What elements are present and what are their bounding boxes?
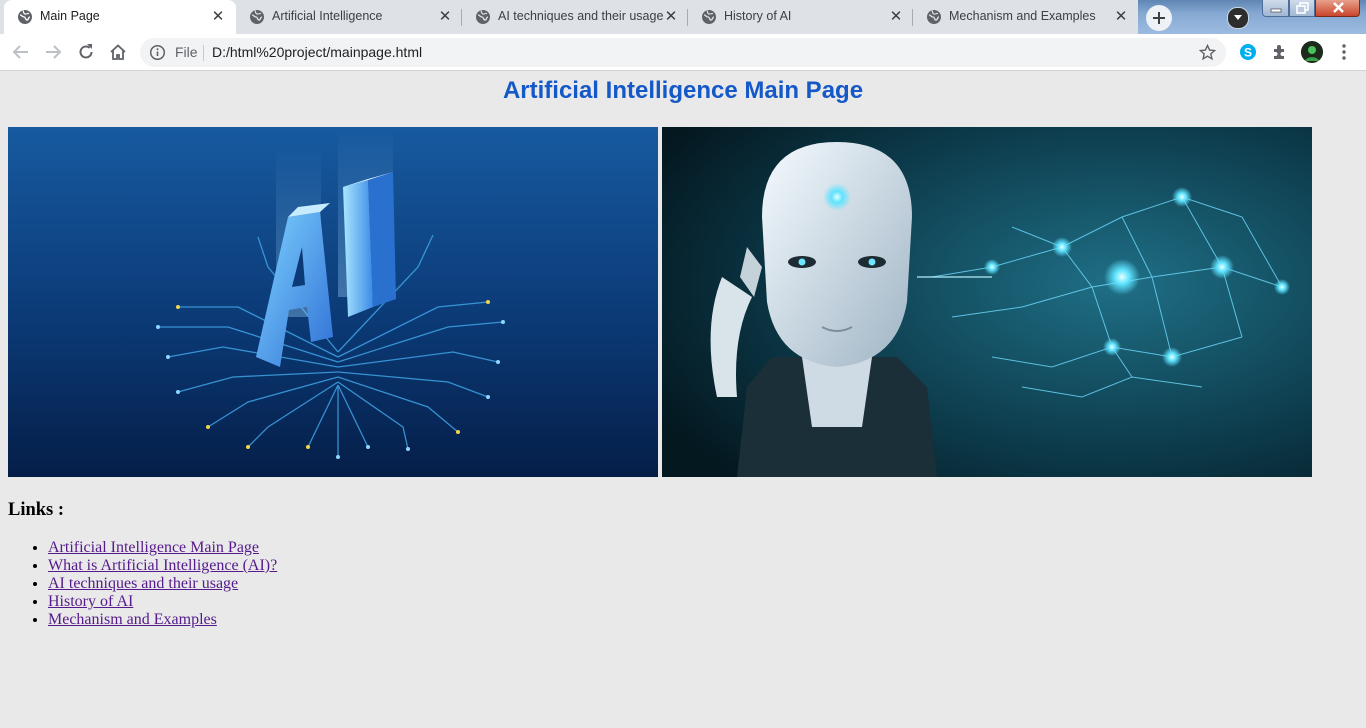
chevron-down-icon [1234, 15, 1242, 20]
tab-title: Mechanism and Examples [949, 9, 1096, 23]
link-ai-techniques[interactable]: AI techniques and their usage [48, 575, 238, 592]
scheme-label: File [175, 44, 198, 60]
tab-main-page[interactable]: Main Page ✕ [4, 0, 236, 34]
arrow-left-icon[interactable] [12, 43, 30, 61]
close-tab-icon[interactable]: ✕ [436, 8, 454, 26]
browser-toolbar: File D:/html%20project/mainpage.html S [0, 34, 1366, 71]
list-item: What is Artificial Intelligence (AI)? [48, 557, 277, 575]
list-item: History of AI [48, 593, 277, 611]
maximize-button[interactable] [1289, 0, 1315, 17]
skype-icon[interactable]: S [1239, 43, 1257, 61]
tab-title: Main Page [40, 9, 100, 23]
kebab-menu-icon[interactable] [1336, 43, 1352, 61]
globe-icon [476, 10, 490, 24]
links-list: Artificial Intelligence Main Page What i… [8, 539, 277, 629]
tab-title: History of AI [724, 9, 792, 23]
close-tab-icon[interactable]: ✕ [887, 8, 905, 26]
close-tab-icon[interactable]: ✕ [209, 8, 227, 26]
link-main-page[interactable]: Artificial Intelligence Main Page [48, 539, 259, 556]
avatar-icon [1301, 41, 1323, 63]
ai-circuit-image [8, 127, 658, 477]
minimize-button[interactable] [1262, 0, 1289, 17]
globe-icon [702, 10, 716, 24]
tab-strip: Main Page ✕ Artificial Intelligence ✕ AI… [0, 0, 1366, 34]
globe-icon [250, 10, 264, 24]
url-text[interactable]: D:/html%20project/mainpage.html [212, 44, 422, 60]
link-mechanism-examples[interactable]: Mechanism and Examples [48, 611, 217, 628]
plus-icon [1153, 12, 1165, 24]
close-window-button[interactable] [1315, 0, 1360, 17]
window-controls [1262, 0, 1362, 18]
tab-ai-techniques[interactable]: AI techniques and their usage ✕ [462, 0, 687, 34]
close-tab-icon[interactable]: ✕ [662, 8, 680, 26]
list-item: Mechanism and Examples [48, 611, 277, 629]
tab-title: Artificial Intelligence [272, 9, 383, 23]
tab-mechanism-examples[interactable]: Mechanism and Examples ✕ [913, 0, 1138, 34]
tab-history-of-ai[interactable]: History of AI ✕ [688, 0, 912, 34]
list-item: AI techniques and their usage [48, 575, 277, 593]
address-bar[interactable]: File D:/html%20project/mainpage.html [140, 38, 1226, 67]
link-what-is-ai[interactable]: What is Artificial Intelligence (AI)? [48, 557, 277, 574]
page-title: Artificial Intelligence Main Page [502, 77, 864, 104]
info-icon[interactable] [149, 44, 166, 61]
link-history-of-ai[interactable]: History of AI [48, 593, 133, 610]
puzzle-icon[interactable] [1271, 43, 1289, 61]
new-tab-button[interactable] [1146, 5, 1172, 31]
reload-icon[interactable] [77, 43, 95, 61]
star-icon[interactable] [1199, 44, 1216, 61]
arrow-right-icon[interactable] [44, 43, 62, 61]
page-content: Artificial Intelligence Main Page Links … [0, 71, 1366, 728]
list-item: Artificial Intelligence Main Page [48, 539, 277, 557]
close-tab-icon[interactable]: ✕ [1112, 8, 1130, 26]
globe-icon [927, 10, 941, 24]
restore-icon [1296, 2, 1309, 14]
globe-icon [18, 10, 32, 24]
tab-title: AI techniques and their usage [498, 9, 663, 23]
tab-artificial-intelligence[interactable]: Artificial Intelligence ✕ [236, 0, 461, 34]
svg-text:S: S [1244, 46, 1252, 60]
profile-avatar[interactable] [1301, 41, 1323, 63]
links-heading: Links : [8, 500, 65, 520]
home-icon[interactable] [109, 43, 127, 61]
address-separator [203, 45, 204, 61]
minimize-icon [1270, 8, 1282, 13]
close-icon [1333, 2, 1344, 13]
robot-brain-image [662, 127, 1312, 477]
tab-search-button[interactable] [1227, 7, 1249, 29]
